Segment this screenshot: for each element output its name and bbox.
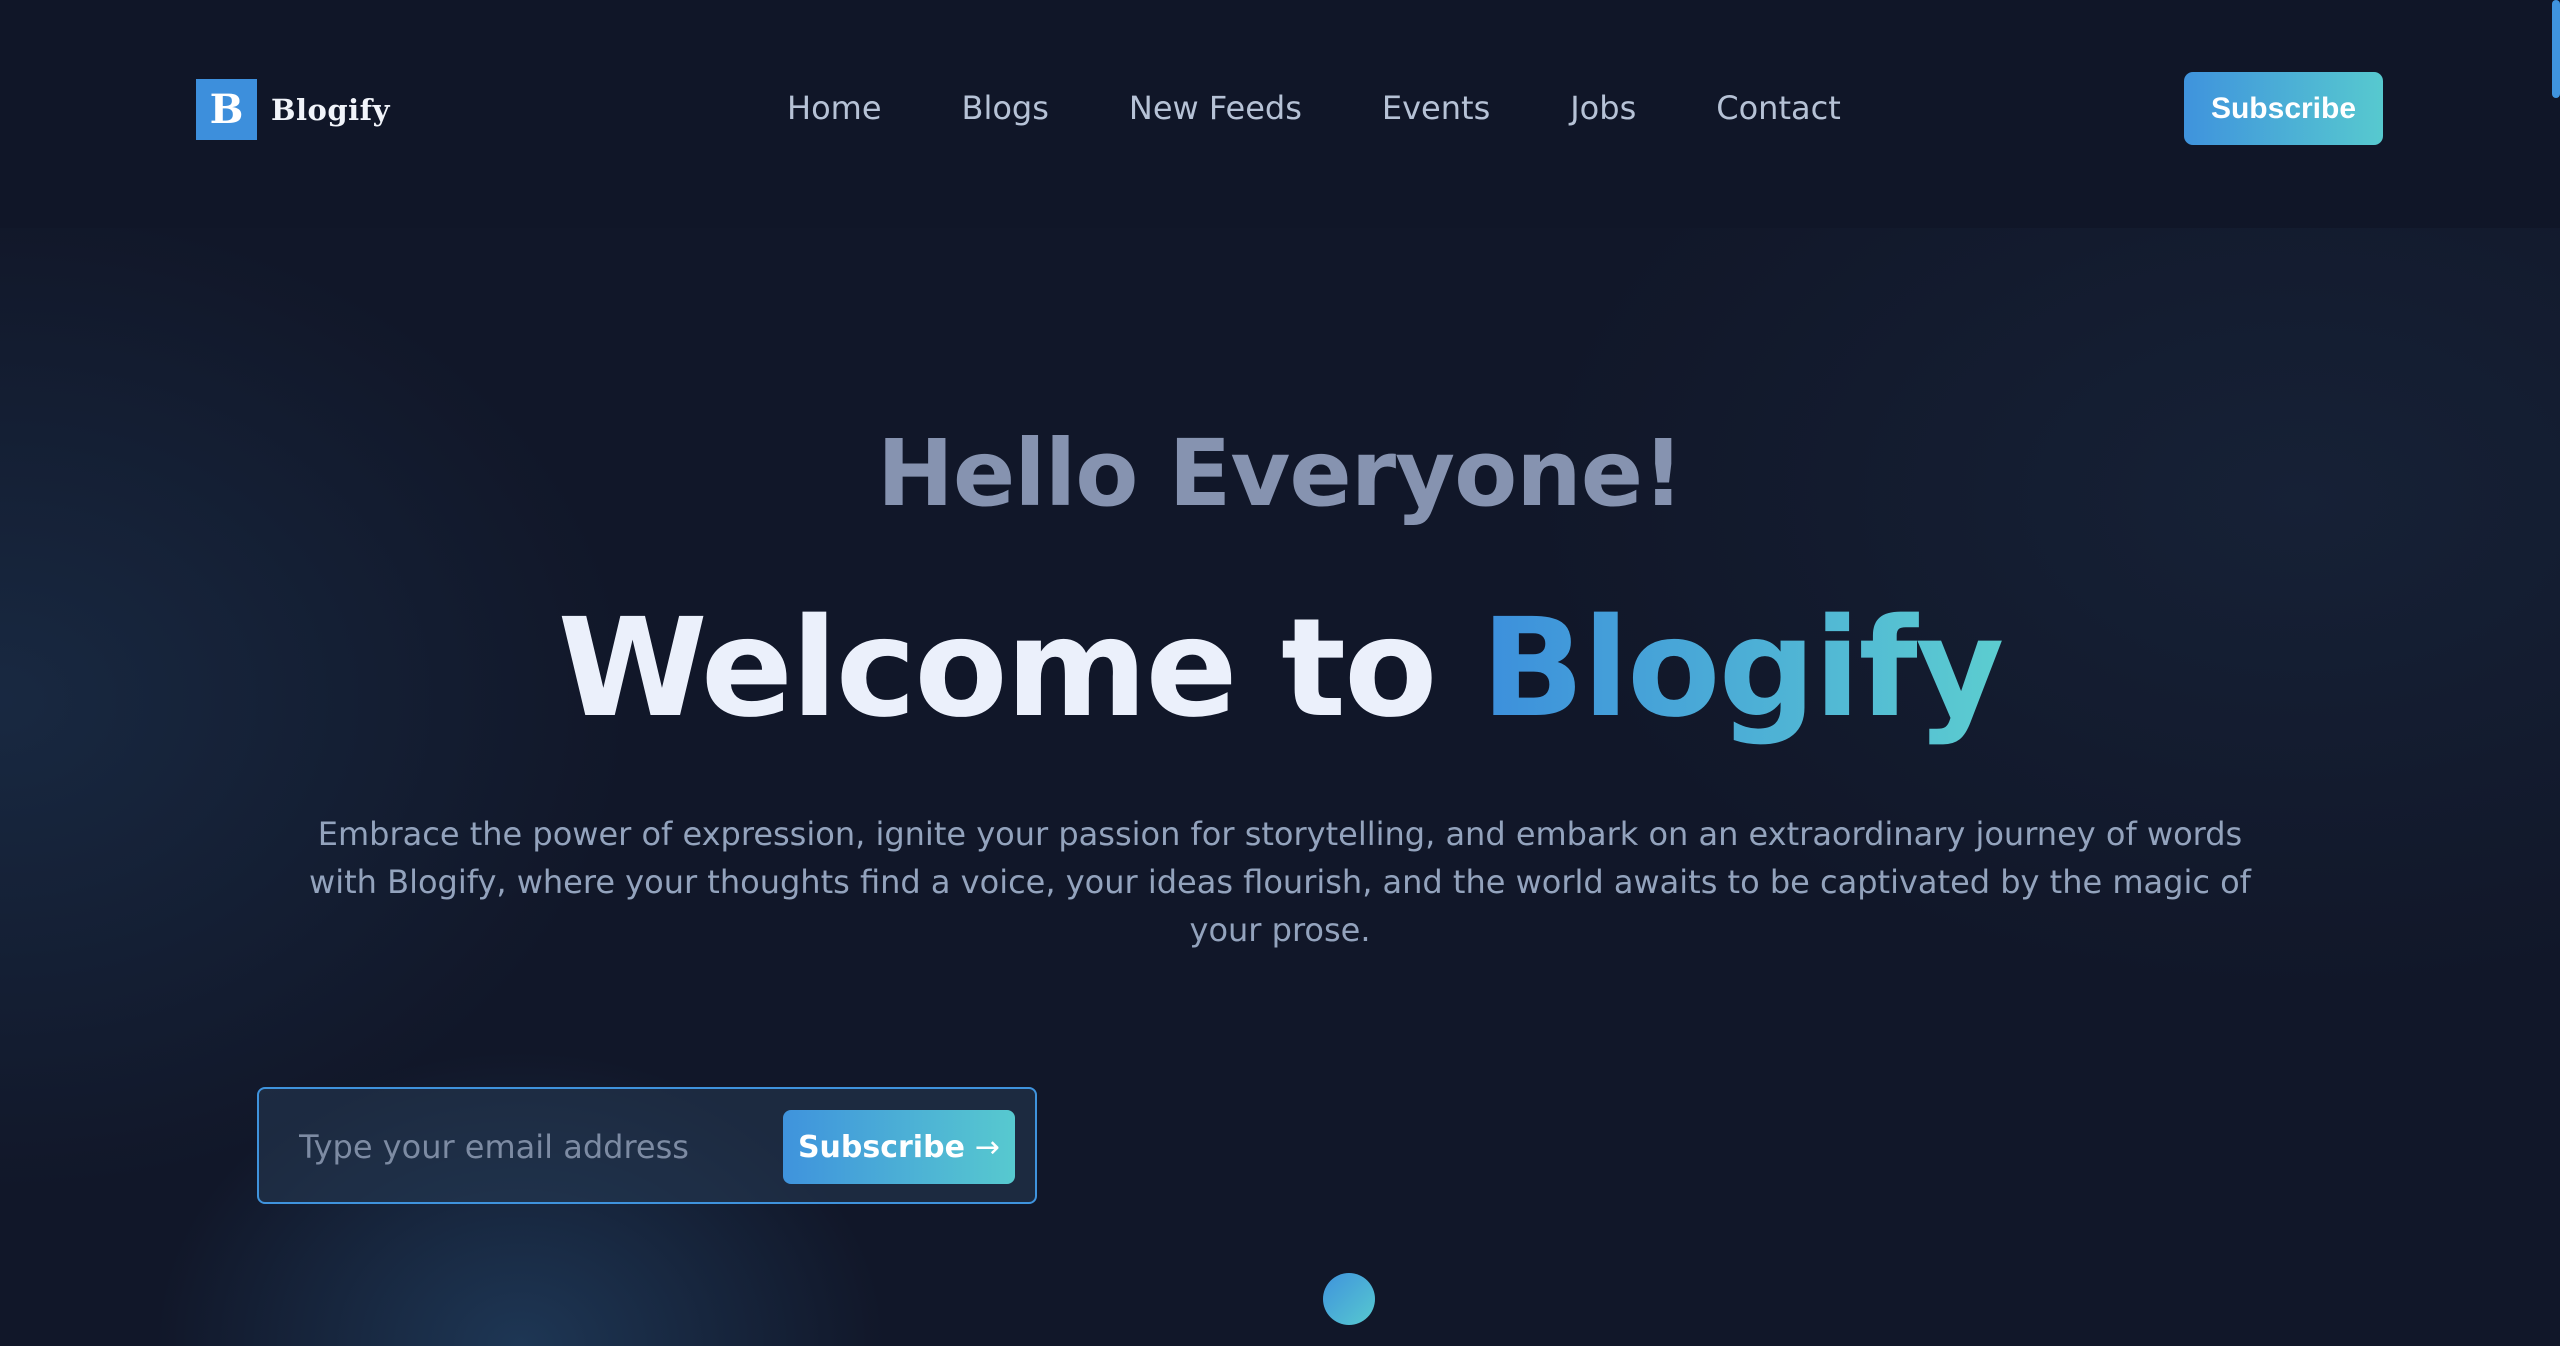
greeting-heading: Hello Everyone! xyxy=(876,420,1684,527)
scrollbar-thumb[interactable] xyxy=(2552,0,2560,98)
nav-jobs[interactable]: Jobs xyxy=(1570,86,1636,130)
header-subscribe-button[interactable]: Subscribe xyxy=(2184,72,2383,145)
subscribe-form: Subscribe → xyxy=(257,1087,1037,1204)
hero-description: Embrace the power of expression, ignite … xyxy=(309,815,2251,949)
nav-blogs[interactable]: Blogs xyxy=(962,86,1049,130)
welcome-prefix: Welcome to xyxy=(557,590,1481,748)
nav-new-feeds[interactable]: New Feeds xyxy=(1129,86,1302,130)
page: B Blogify Home Blogs New Feeds Events Jo… xyxy=(0,0,2560,1346)
nav-home[interactable]: Home xyxy=(787,86,882,130)
email-input[interactable] xyxy=(299,1117,759,1177)
form-subscribe-button[interactable]: Subscribe → xyxy=(783,1110,1015,1184)
welcome-brand: Blogify xyxy=(1480,590,2004,748)
main-nav: Home Blogs New Feeds Events Jobs Contact xyxy=(787,86,1841,130)
scroll-indicator-dot[interactable] xyxy=(1323,1273,1375,1325)
logo-text: Blogify xyxy=(271,92,390,127)
welcome-heading: Welcome to Blogify xyxy=(0,590,2560,748)
logo-mark: B xyxy=(196,79,257,140)
arrow-right-icon: → xyxy=(974,1129,1001,1165)
nav-events[interactable]: Events xyxy=(1382,86,1490,130)
form-subscribe-label: Subscribe xyxy=(797,1129,965,1165)
header: B Blogify Home Blogs New Feeds Events Jo… xyxy=(0,0,2560,228)
nav-contact[interactable]: Contact xyxy=(1716,86,1841,130)
logo[interactable]: B Blogify xyxy=(196,79,390,140)
